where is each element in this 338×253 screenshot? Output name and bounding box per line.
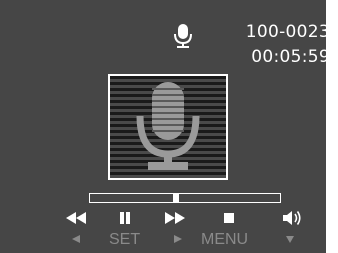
pause-icon[interactable] [119, 211, 131, 225]
right-arrow-icon [174, 235, 182, 243]
elapsed-time: 00:05:59 [251, 47, 330, 67]
rewind-icon[interactable] [65, 211, 87, 225]
menu-button-hint: MENU [201, 231, 249, 248]
set-button-hint: SET [109, 231, 141, 248]
microphone-icon [174, 24, 192, 48]
left-arrow-icon [72, 235, 80, 243]
playback-position-marker[interactable] [172, 193, 179, 203]
playback-progress-bar[interactable] [89, 193, 281, 203]
stop-icon[interactable] [223, 212, 235, 224]
camera-frame: 100-0023 00:05:59 SET MENU [0, 0, 338, 253]
down-arrow-icon [286, 236, 294, 243]
voice-memo-panel [108, 74, 228, 180]
fast-forward-icon[interactable] [164, 211, 186, 225]
file-number: 100-0023 [245, 22, 330, 42]
voice-playback-screen: 100-0023 00:05:59 SET MENU [0, 0, 330, 253]
volume-icon[interactable] [282, 209, 302, 227]
microphone-icon [110, 76, 226, 178]
